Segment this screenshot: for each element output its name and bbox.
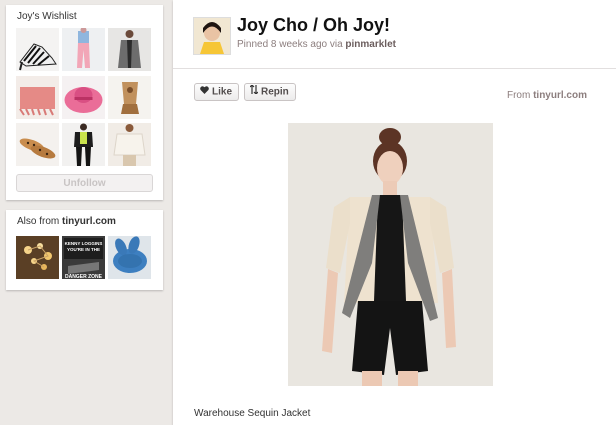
repin-button[interactable]: Repin bbox=[244, 83, 296, 101]
svg-text:DANGER ZONE: DANGER ZONE bbox=[65, 274, 103, 279]
pin-meta: Pinned 8 weeks ago via pinmarklet bbox=[237, 39, 396, 50]
also-from-thumb-chandelier[interactable] bbox=[16, 236, 59, 279]
wishlist-thumb-black-jacket[interactable] bbox=[62, 123, 105, 166]
repin-label: Repin bbox=[261, 86, 289, 98]
wishlist-thumb-white-blouse[interactable] bbox=[108, 123, 151, 166]
avatar[interactable] bbox=[194, 18, 230, 54]
also-from-title: Also from tinyurl.com bbox=[17, 216, 116, 227]
pin-image[interactable] bbox=[288, 123, 493, 386]
pin-title[interactable]: Joy Cho / Oh Joy! bbox=[237, 15, 390, 36]
heart-icon bbox=[200, 84, 209, 100]
pinned-via-link[interactable]: pinmarklet bbox=[345, 39, 396, 50]
also-from-prefix: Also from bbox=[17, 216, 60, 227]
pinned-text: Pinned 8 weeks ago via bbox=[237, 39, 343, 50]
also-from-thumb-blue-bunny[interactable] bbox=[108, 236, 151, 279]
repin-icon bbox=[249, 84, 259, 100]
pin-panel: Joy Cho / Oh Joy! Pinned 8 weeks ago via… bbox=[173, 0, 616, 425]
source-prefix: From bbox=[506, 90, 531, 101]
svg-text:YOU'RE IN THE: YOU'RE IN THE bbox=[67, 247, 100, 252]
source-domain-link[interactable]: tinyurl.com bbox=[533, 90, 587, 101]
wishlist-thumb-pink-hat[interactable] bbox=[62, 76, 105, 119]
wishlist-thumb-leopard-flats[interactable] bbox=[16, 123, 59, 166]
also-from-thumb-danger-zone[interactable]: KENNY LOGGINS YOU'RE IN THE DANGER ZONE bbox=[62, 236, 105, 279]
source-info: From tinyurl.com bbox=[507, 90, 587, 101]
wishlist-title[interactable]: Joy's Wishlist bbox=[17, 11, 77, 22]
unfollow-button[interactable]: Unfollow bbox=[16, 174, 153, 192]
wishlist-thumb-pink-clutch[interactable] bbox=[16, 76, 59, 119]
wishlist-thumb-gray-cardigan[interactable] bbox=[108, 28, 151, 71]
also-from-domain-link[interactable]: tinyurl.com bbox=[62, 216, 116, 227]
header-divider bbox=[173, 68, 616, 69]
wishlist-card: Joy's Wishlist Unfollow bbox=[6, 5, 163, 200]
wishlist-thumb-pink-pants[interactable] bbox=[62, 28, 105, 71]
svg-text:KENNY LOGGINS: KENNY LOGGINS bbox=[65, 241, 103, 246]
also-from-card: Also from tinyurl.com KENNY LOGGINS YOU'… bbox=[6, 210, 163, 290]
wishlist-thumb-wedge-sandal[interactable] bbox=[108, 76, 151, 119]
wishlist-thumb-striped-shoe[interactable] bbox=[16, 28, 59, 71]
like-label: Like bbox=[212, 86, 233, 98]
pin-caption: Warehouse Sequin Jacket bbox=[194, 408, 311, 419]
like-button[interactable]: Like bbox=[194, 83, 240, 101]
